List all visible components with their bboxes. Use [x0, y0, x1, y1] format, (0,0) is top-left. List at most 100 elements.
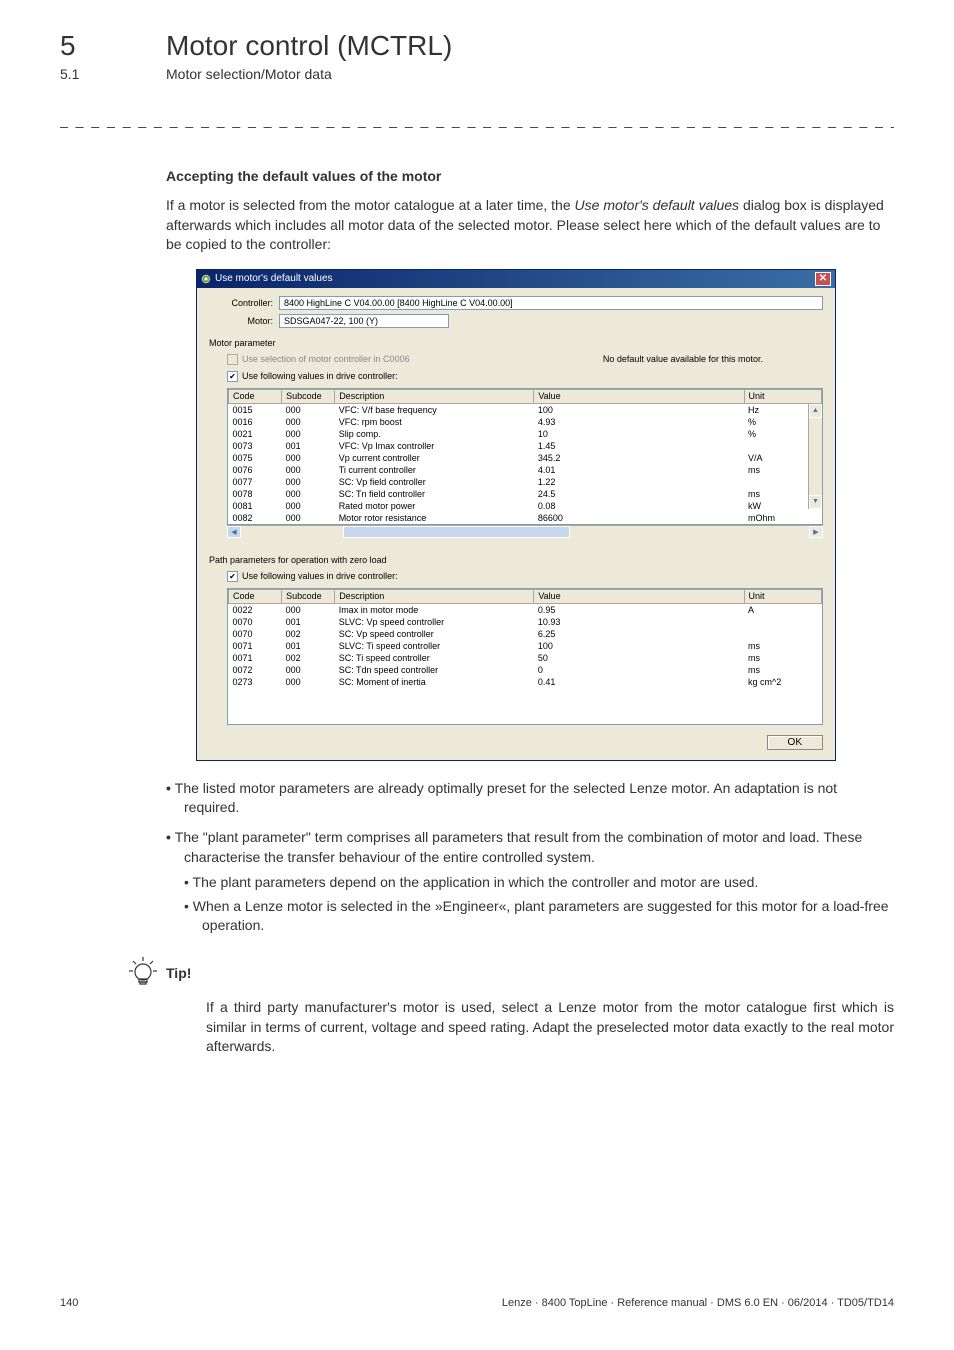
table-row[interactable]: 0072000SC: Tdn speed controller0ms	[229, 664, 822, 676]
th-description[interactable]: Description	[335, 389, 534, 403]
table-row[interactable]: 0071002SC: Ti speed controller50ms	[229, 652, 822, 664]
bullet-2a: The plant parameters depend on the appli…	[184, 873, 894, 893]
path-param-table: Code Subcode Description Value Unit 0022…	[228, 589, 822, 724]
scroll-thumb[interactable]	[343, 526, 570, 538]
cell-unit	[744, 628, 821, 640]
th-code[interactable]: Code	[229, 389, 282, 403]
cell-sub: 001	[282, 440, 335, 452]
cell-code: 0015	[229, 403, 282, 416]
chapter-title: Motor control (MCTRL)	[166, 30, 452, 62]
bullet-1: The listed motor parameters are already …	[166, 779, 894, 818]
cell-code: 0072	[229, 664, 282, 676]
dialog-titlebar[interactable]: Use motor's default values ✕	[197, 270, 835, 288]
table-row[interactable]: 0077000SC: Vp field controller1.22	[229, 476, 822, 488]
motor-parameter-label: Motor parameter	[209, 338, 823, 348]
scrollbar-horizontal[interactable]: ◀ ▶	[227, 525, 823, 539]
para-text-1: If a motor is selected from the motor ca…	[166, 197, 575, 213]
cell-sub: 000	[282, 488, 335, 500]
scroll-right-icon[interactable]: ▶	[809, 526, 823, 538]
cell-unit: mOhm	[744, 512, 821, 524]
table-row[interactable]: 0273000SC: Moment of inertia0.41kg cm^2	[229, 676, 822, 688]
th2-code[interactable]: Code	[229, 589, 282, 603]
th-subcode[interactable]: Subcode	[282, 389, 335, 403]
table-row[interactable]: 0022000Imax in motor mode0.95A	[229, 603, 822, 616]
path-param-table-wrap: Code Subcode Description Value Unit 0022…	[227, 588, 823, 725]
th2-value[interactable]: Value	[534, 589, 744, 603]
cell-unit: ms	[744, 652, 821, 664]
cell-val: 0.95	[534, 603, 744, 616]
th2-unit[interactable]: Unit	[744, 589, 821, 603]
cell-val: 0.41	[534, 676, 744, 688]
cell-code: 0078	[229, 488, 282, 500]
cell-desc: SC: Tn field controller	[335, 488, 534, 500]
th-unit[interactable]: Unit	[744, 389, 821, 403]
th2-description[interactable]: Description	[335, 589, 534, 603]
controller-label: Controller:	[209, 298, 279, 308]
table-row[interactable]: 0073001VFC: Vp Imax controller1.45	[229, 440, 822, 452]
checkbox-use-values-2[interactable]: ✔	[227, 571, 238, 582]
cell-code	[229, 688, 282, 700]
motor-field[interactable]	[279, 314, 449, 328]
th-value[interactable]: Value	[534, 389, 744, 403]
cell-code: 0071	[229, 640, 282, 652]
cell-code	[229, 712, 282, 724]
table-row[interactable]: 0016000VFC: rpm boost4.93%	[229, 416, 822, 428]
cell-sub: 000	[282, 428, 335, 440]
lightbulb-icon	[126, 956, 160, 990]
cell-val: 0.08	[534, 500, 744, 512]
table-row[interactable]: 0015000VFC: V/f base frequency100Hz	[229, 403, 822, 416]
scroll-left-icon[interactable]: ◀	[227, 526, 241, 538]
cell-desc: Rated motor power	[335, 500, 534, 512]
cell-sub: 000	[282, 416, 335, 428]
cell-code: 0021	[229, 428, 282, 440]
cell-code: 0071	[229, 652, 282, 664]
table-row[interactable]: 0076000Ti current controller4.01ms	[229, 464, 822, 476]
table-row[interactable]	[229, 688, 822, 700]
table-row[interactable]: 0070001SLVC: Vp speed controller10.93	[229, 616, 822, 628]
cell-desc	[335, 700, 534, 712]
table-row[interactable]: 0075000Vp current controller345.2V/A	[229, 452, 822, 464]
cell-val	[534, 688, 744, 700]
motor-label: Motor:	[209, 316, 279, 326]
table-row[interactable]: 0078000SC: Tn field controller24.5ms	[229, 488, 822, 500]
close-icon: ✕	[819, 273, 827, 284]
table-row[interactable]: 0082000Motor rotor resistance86600mOhm	[229, 512, 822, 524]
cell-sub	[282, 712, 335, 724]
scrollbar-vertical[interactable]: ▲ ▼	[808, 404, 822, 509]
section-header: 5.1 Motor selection/Motor data	[60, 66, 894, 82]
cell-sub: 000	[282, 476, 335, 488]
cell-code: 0082	[229, 512, 282, 524]
cell-unit: A	[744, 603, 821, 616]
table-row[interactable]: 0081000Rated motor power0.08kW	[229, 500, 822, 512]
close-button[interactable]: ✕	[815, 272, 831, 286]
table-row[interactable]: 0070002SC: Vp speed controller6.25	[229, 628, 822, 640]
scroll-up-icon[interactable]: ▲	[809, 404, 822, 418]
cell-unit	[744, 688, 821, 700]
divider: _ _ _ _ _ _ _ _ _ _ _ _ _ _ _ _ _ _ _ _ …	[60, 112, 894, 128]
table-row[interactable]	[229, 700, 822, 712]
page-number: 140	[60, 1297, 78, 1309]
table-row[interactable]: 0071001SLVC: Ti speed controller100ms	[229, 640, 822, 652]
gear-icon	[201, 274, 211, 284]
cell-unit: kg cm^2	[744, 676, 821, 688]
controller-field[interactable]	[279, 296, 823, 310]
cell-desc: SLVC: Ti speed controller	[335, 640, 534, 652]
checkbox-use-values-1[interactable]: ✔	[227, 371, 238, 382]
cell-code: 0070	[229, 628, 282, 640]
cell-val	[534, 700, 744, 712]
section-title: Motor selection/Motor data	[166, 66, 332, 82]
cell-code: 0016	[229, 416, 282, 428]
cell-desc: SC: Moment of inertia	[335, 676, 534, 688]
checkbox-c0006-label: Use selection of motor controller in C00…	[242, 354, 410, 364]
footer-ref: Lenze · 8400 TopLine · Reference manual …	[502, 1297, 894, 1309]
page-footer: 140 Lenze · 8400 TopLine · Reference man…	[60, 1297, 894, 1309]
cell-val: 6.25	[534, 628, 744, 640]
cell-desc: SC: Vp speed controller	[335, 628, 534, 640]
table-row[interactable]: 0021000Slip comp.10%	[229, 428, 822, 440]
th2-subcode[interactable]: Subcode	[282, 589, 335, 603]
cell-sub: 000	[282, 452, 335, 464]
cell-val: 4.01	[534, 464, 744, 476]
scroll-down-icon[interactable]: ▼	[809, 495, 822, 509]
ok-button[interactable]: OK	[767, 735, 823, 750]
table-row[interactable]	[229, 712, 822, 724]
